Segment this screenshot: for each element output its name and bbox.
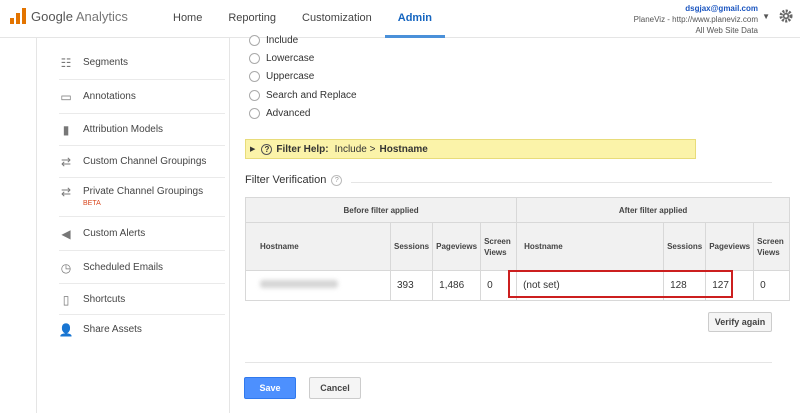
column-header: Screen Views — [753, 222, 791, 271]
account-view: All Web Site Data — [695, 26, 758, 35]
expand-arrow-icon: ▶ — [250, 146, 256, 153]
help-icon[interactable]: ? — [331, 174, 343, 186]
sidebar-item-annotations[interactable]: ▭ Annotations — [57, 90, 227, 104]
radio-button[interactable] — [249, 108, 260, 119]
table-row: 393 1,486 0 (not set) 128 127 0 — [245, 270, 791, 301]
sidebar-item-custom-alerts[interactable]: ◀ Custom Alerts — [57, 227, 227, 241]
document-icon: ▯ — [62, 293, 70, 307]
beta-badge: BETA — [83, 200, 101, 207]
before-pageviews-cell: 1,486 — [432, 270, 482, 301]
sidebar-item-custom-channel-groupings[interactable]: ⇄ Custom Channel Groupings — [57, 155, 227, 169]
redacted-hostname — [260, 280, 338, 288]
sidebar-item-shortcuts[interactable]: ▯ Shortcuts — [57, 293, 227, 307]
divider — [351, 182, 772, 183]
filter-option-search-and-replace[interactable]: Search and Replace — [249, 90, 357, 101]
nav-customization[interactable]: Customization — [289, 0, 385, 38]
nav-home[interactable]: Home — [160, 0, 215, 38]
sidebar-item-private-channel-groupings[interactable]: ⇄ Private Channel Groupings BETA — [57, 185, 227, 208]
segments-icon: ☷ — [60, 56, 72, 70]
after-pageviews-cell: 127 — [705, 270, 755, 301]
column-header: Screen Views — [480, 222, 518, 271]
google-analytics-logo[interactable]: Google Analytics — [10, 8, 128, 24]
radio-label: Advanced — [266, 108, 311, 119]
cancel-button[interactable]: Cancel — [309, 377, 361, 399]
chevron-down-icon[interactable]: ▼ — [762, 12, 770, 21]
help-icon: ? — [261, 143, 273, 155]
bar-chart-icon: ▮ — [62, 123, 70, 137]
filter-option-uppercase[interactable]: Uppercase — [249, 71, 314, 82]
sidebar-item-label: Shortcuts — [83, 294, 126, 305]
filter-help-label: Filter Help: — [276, 143, 329, 155]
radio-label: Include — [266, 35, 299, 46]
sidebar-item-segments[interactable]: ☷ Segments — [57, 56, 227, 70]
radio-label: Uppercase — [266, 71, 315, 82]
filter-option-include[interactable]: Include — [249, 35, 298, 46]
sidebar-item-attribution-models[interactable]: ▮ Attribution Models — [57, 123, 227, 137]
account-selector[interactable]: dsgjax@gmail.com PlaneViz - http://www.p… — [634, 3, 758, 36]
admin-sidebar: ☷ Segments ▭ Annotations ▮ Attribution M… — [36, 38, 230, 413]
save-button[interactable]: Save — [244, 377, 296, 399]
clock-icon: ◷ — [60, 261, 72, 275]
radio-label: Search and Replace — [266, 90, 357, 101]
analytics-logo-icon — [10, 8, 26, 24]
after-sessions-cell: 128 — [663, 270, 707, 301]
radio-button[interactable] — [249, 71, 260, 82]
sidebar-item-label: Share Assets — [83, 324, 142, 335]
radio-label: Lowercase — [266, 53, 315, 64]
after-header: After filter applied — [516, 197, 791, 223]
sidebar-item-label: Annotations — [83, 91, 136, 102]
radio-button[interactable] — [249, 90, 260, 101]
after-hostname-cell: (not set) — [516, 270, 665, 301]
nav-reporting[interactable]: Reporting — [215, 0, 289, 38]
filter-option-lowercase[interactable]: Lowercase — [249, 53, 314, 64]
radio-button[interactable] — [249, 53, 260, 64]
annotations-icon: ▭ — [60, 90, 72, 104]
radio-button[interactable] — [249, 35, 260, 46]
top-bar: Google Analytics Home Reporting Customiz… — [0, 0, 800, 38]
sidebar-item-share-assets[interactable]: 👤 Share Assets — [57, 323, 227, 337]
column-header: Sessions — [389, 222, 434, 271]
column-header: Hostname — [245, 222, 391, 271]
verify-again-button[interactable]: Verify again — [708, 312, 772, 332]
channel-groupings-icon: ⇄ — [60, 155, 72, 169]
after-screen-views-cell: 0 — [753, 270, 791, 301]
account-email: dsgjax@gmail.com — [685, 4, 758, 13]
column-header: Sessions — [663, 222, 707, 271]
column-header: Pageviews — [705, 222, 755, 271]
logo-text: Google Analytics — [31, 8, 128, 24]
filter-editor: Include Lowercase Uppercase Search and R… — [231, 35, 800, 413]
megaphone-icon: ◀ — [61, 227, 71, 241]
gear-icon[interactable] — [778, 8, 794, 24]
filter-help-bar[interactable]: ▶ ? Filter Help: Include > Hostname — [245, 139, 696, 159]
sidebar-item-label: Custom Channel Groupings — [83, 156, 207, 167]
section-title: Filter Verification ? — [245, 174, 343, 186]
sidebar-item-scheduled-emails[interactable]: ◷ Scheduled Emails — [57, 261, 227, 275]
private-channel-groupings-icon: ⇄ — [60, 185, 72, 199]
add-user-icon: 👤 — [58, 323, 74, 337]
main-nav: Home Reporting Customization Admin — [160, 0, 445, 38]
filter-help-type: Include > — [334, 143, 376, 155]
before-hostname-cell — [245, 270, 391, 301]
divider — [245, 362, 772, 363]
column-header: Pageviews — [432, 222, 482, 271]
before-header: Before filter applied — [244, 197, 518, 223]
before-sessions-cell: 393 — [389, 270, 434, 301]
sidebar-item-label: Scheduled Emails — [83, 262, 164, 273]
account-property: PlaneViz - http://www.planeviz.com — [633, 15, 758, 24]
column-header: Hostname — [516, 222, 665, 271]
filter-help-field: Hostname — [379, 143, 428, 155]
nav-admin[interactable]: Admin — [384, 0, 445, 38]
sidebar-item-label: Custom Alerts — [83, 228, 146, 239]
sidebar-item-label: Private Channel Groupings BETA — [83, 186, 204, 207]
sidebar-item-label: Attribution Models — [83, 124, 164, 135]
before-screen-views-cell: 0 — [480, 270, 518, 301]
verification-table: Before filter applied After filter appli… — [244, 197, 791, 301]
filter-option-advanced[interactable]: Advanced — [249, 108, 310, 119]
sidebar-item-label: Segments — [83, 57, 129, 68]
